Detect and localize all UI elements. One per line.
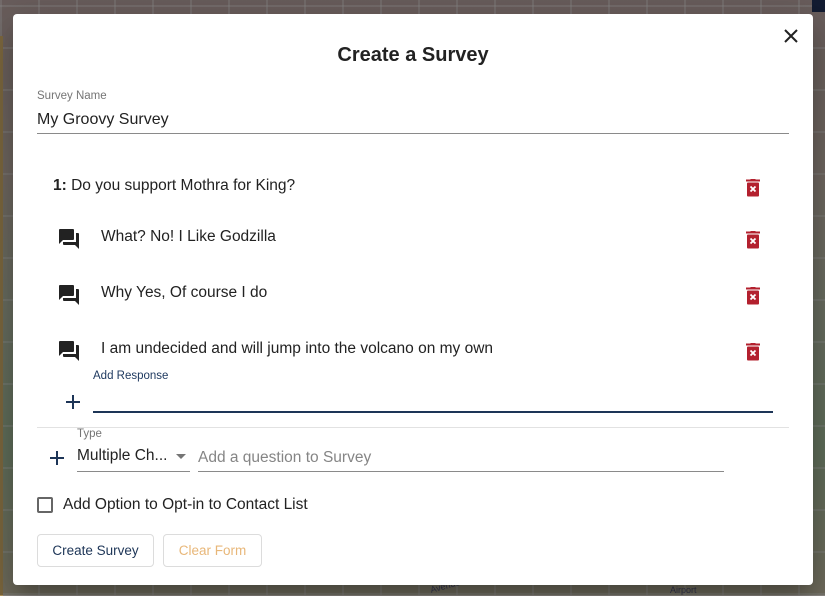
add-question-button[interactable] [47, 448, 67, 468]
question-item: 1: Do you support Mothra for King? [53, 177, 295, 195]
question-type-label: Type [77, 428, 102, 440]
add-response-input[interactable] [93, 387, 773, 413]
dropdown-arrow-icon [176, 454, 186, 459]
response-text: What? No! I Like Godzilla [101, 228, 276, 245]
clear-form-button[interactable]: Clear Form [163, 534, 262, 567]
response-text: Why Yes, Of course I do [101, 284, 268, 301]
add-response-label: Add Response [93, 370, 169, 382]
delete-response-button[interactable] [741, 228, 765, 252]
forum-icon [59, 341, 79, 361]
response-item: What? No! I Like Godzilla [57, 225, 777, 253]
optin-checkbox-row[interactable]: Add Option to Opt-in to Contact List [37, 495, 308, 515]
delete-question-button[interactable] [741, 176, 765, 200]
add-question-input[interactable] [198, 445, 724, 472]
forum-icon [59, 285, 79, 305]
delete-icon [746, 287, 760, 305]
response-text: I am undecided and will jump into the vo… [101, 340, 494, 357]
optin-label: Add Option to Opt-in to Contact List [63, 496, 308, 513]
delete-response-button[interactable] [741, 340, 765, 364]
question-type-select[interactable]: Multiple Ch... [77, 445, 190, 472]
survey-name-input[interactable] [37, 107, 789, 134]
divider [37, 427, 789, 428]
create-survey-button[interactable]: Create Survey [37, 534, 154, 567]
plus-icon [50, 451, 64, 465]
question-number: 1: [53, 177, 67, 194]
add-response-button[interactable] [63, 392, 83, 412]
delete-response-button[interactable] [741, 284, 765, 308]
close-icon [784, 29, 798, 43]
question-type-value: Multiple Ch... [77, 447, 168, 464]
forum-icon [59, 229, 79, 249]
delete-icon [746, 231, 760, 249]
create-survey-dialog: Create a Survey Survey Name 1: Do you su… [13, 14, 813, 585]
optin-checkbox[interactable] [37, 497, 53, 513]
dialog-title: Create a Survey [337, 44, 489, 66]
response-item: I am undecided and will jump into the vo… [57, 337, 777, 365]
delete-icon [746, 179, 760, 197]
survey-name-label: Survey Name [37, 90, 107, 102]
delete-icon [746, 343, 760, 361]
plus-icon [66, 395, 80, 409]
question-text: Do you support Mothra for King? [71, 177, 296, 194]
response-item: Why Yes, Of course I do [57, 281, 777, 309]
